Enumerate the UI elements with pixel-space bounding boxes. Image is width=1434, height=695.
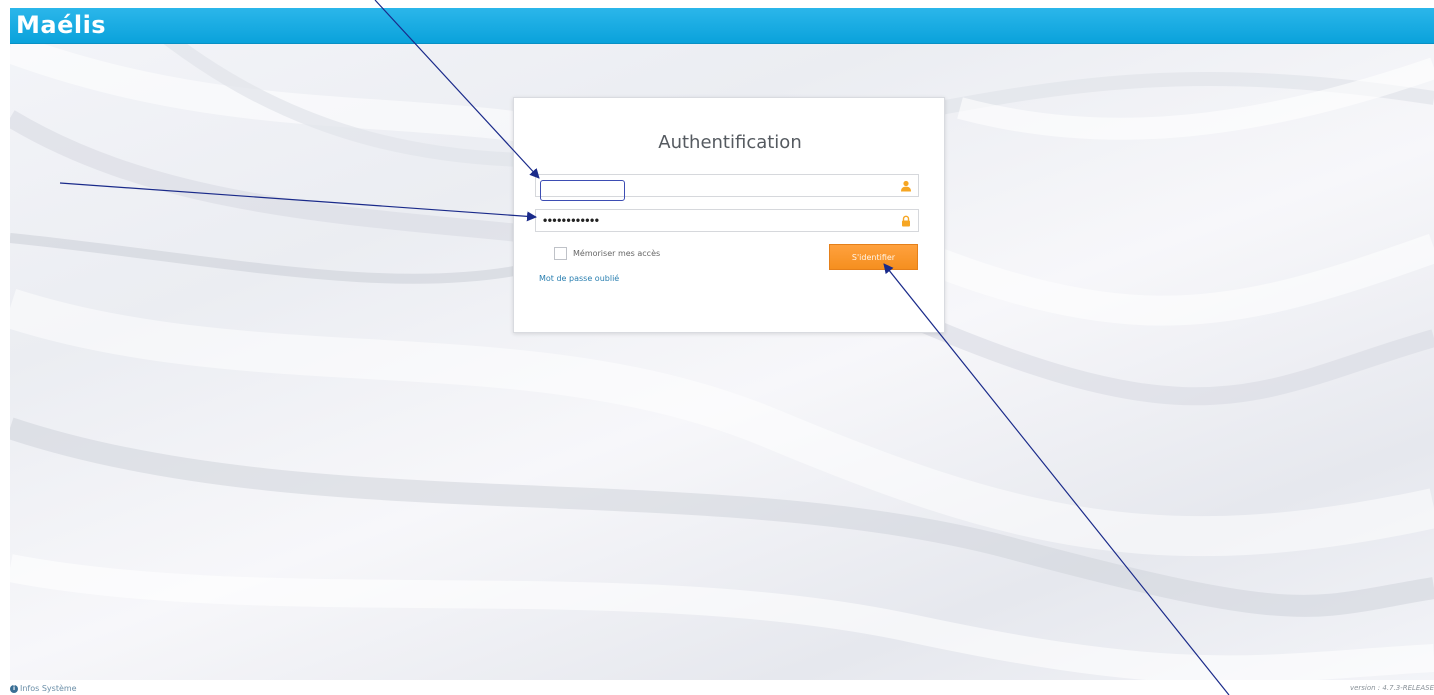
remember-me[interactable]: Mémoriser mes accès [554, 246, 660, 260]
system-info-label: Infos Système [20, 684, 77, 693]
remember-label: Mémoriser mes accès [573, 248, 661, 258]
password-input[interactable]: •••••••••••• [543, 213, 599, 227]
forgot-password-link[interactable]: Mot de passe oublié [539, 274, 619, 283]
login-card: Authentification •••••••••••• Mémoriser … [513, 97, 945, 333]
lock-icon [902, 215, 910, 227]
password-field[interactable]: •••••••••••• [535, 209, 919, 232]
login-title: Authentification [658, 132, 802, 153]
remember-checkbox[interactable] [554, 246, 567, 260]
top-bar: Maélis [10, 8, 1434, 44]
info-icon: i [10, 684, 18, 693]
login-screen: Maélis Authentification •••••••••••• Mém… [10, 8, 1434, 680]
version-label: version : 4.7.3-RELEASE [1349, 684, 1434, 692]
system-info-link[interactable]: i Infos Système [10, 684, 77, 693]
user-icon [901, 180, 911, 192]
app-logo: Maélis [16, 11, 107, 39]
login-button[interactable]: S'identifier [829, 244, 918, 270]
username-highlight-box [540, 180, 625, 201]
